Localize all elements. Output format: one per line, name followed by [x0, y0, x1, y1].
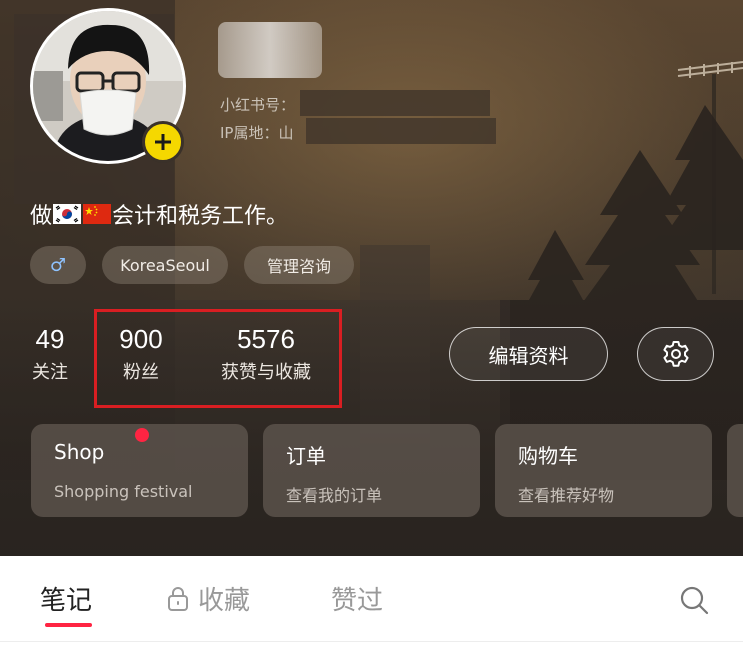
orders-card-subtitle: 查看我的订单 [286, 486, 383, 505]
orders-card[interactable]: 订单 查看我的订单 [263, 424, 480, 517]
bio-suffix: 会计和税务工作。 [112, 204, 289, 229]
shop-card-title: Shop [54, 440, 105, 464]
gender-tag: ♂ [30, 246, 86, 284]
edit-profile-label: 编辑资料 [488, 343, 569, 368]
settings-button[interactable] [637, 327, 714, 381]
profession-tag-label: 管理咨询 [266, 257, 331, 276]
cart-card-subtitle: 查看推荐好物 [518, 486, 615, 505]
bio-prefix: 做 [30, 204, 53, 229]
username-redacted [218, 22, 322, 78]
tab-notes[interactable]: 笔记 [40, 580, 92, 617]
korea-flag [53, 204, 82, 224]
profession-tag[interactable]: 管理咨询 [244, 246, 354, 284]
edit-profile-button[interactable]: 编辑资料 [449, 327, 608, 381]
notification-dot [135, 428, 149, 442]
lock-icon [168, 586, 188, 611]
china-flag [83, 204, 112, 224]
following-count: 49 [35, 324, 65, 354]
shop-card-subtitle: Shopping festival [54, 482, 193, 501]
redaction-mask [300, 90, 490, 116]
add-avatar-button[interactable] [142, 121, 184, 163]
plus-icon [155, 134, 171, 150]
user-id-line: 小红书号： [220, 96, 296, 114]
bio-text: 做 会计和税务工作。 [30, 198, 288, 230]
tab-notes-label: 笔记 [40, 586, 93, 616]
profile-header: 小红书号： IP属地：山 做 会计和税务工作。 ♂ KoreaSeoul 管理咨… [0, 0, 743, 556]
tab-collections-label: 收藏 [198, 586, 251, 616]
search-button[interactable] [678, 584, 710, 620]
tab-liked[interactable]: 赞过 [331, 580, 383, 617]
active-tab-indicator [45, 623, 92, 627]
ip-location-line: IP属地：山 [220, 124, 294, 142]
cart-card[interactable]: 购物车 查看推荐好物 [495, 424, 712, 517]
tab-liked-label: 赞过 [331, 586, 384, 616]
following-label: 关注 [32, 362, 68, 383]
following-stat[interactable]: 49 关注 [22, 324, 78, 386]
shop-card[interactable]: Shop Shopping festival [31, 424, 248, 517]
location-tag-label: KoreaSeoul [120, 255, 210, 275]
male-icon: ♂ [49, 254, 67, 276]
tabs-divider [0, 641, 743, 642]
orders-card-title: 订单 [286, 444, 326, 468]
redaction-mask [306, 118, 496, 144]
cart-card-title: 购物车 [518, 444, 578, 468]
tab-collections[interactable]: 收藏 [166, 580, 250, 617]
card-overflow-peek [727, 424, 743, 517]
search-icon [680, 586, 709, 615]
highlight-annotation-box [94, 309, 342, 408]
gear-icon [662, 341, 689, 367]
location-tag[interactable]: KoreaSeoul [102, 246, 228, 284]
content-tabs: 笔记 收藏 赞过 [0, 556, 743, 642]
